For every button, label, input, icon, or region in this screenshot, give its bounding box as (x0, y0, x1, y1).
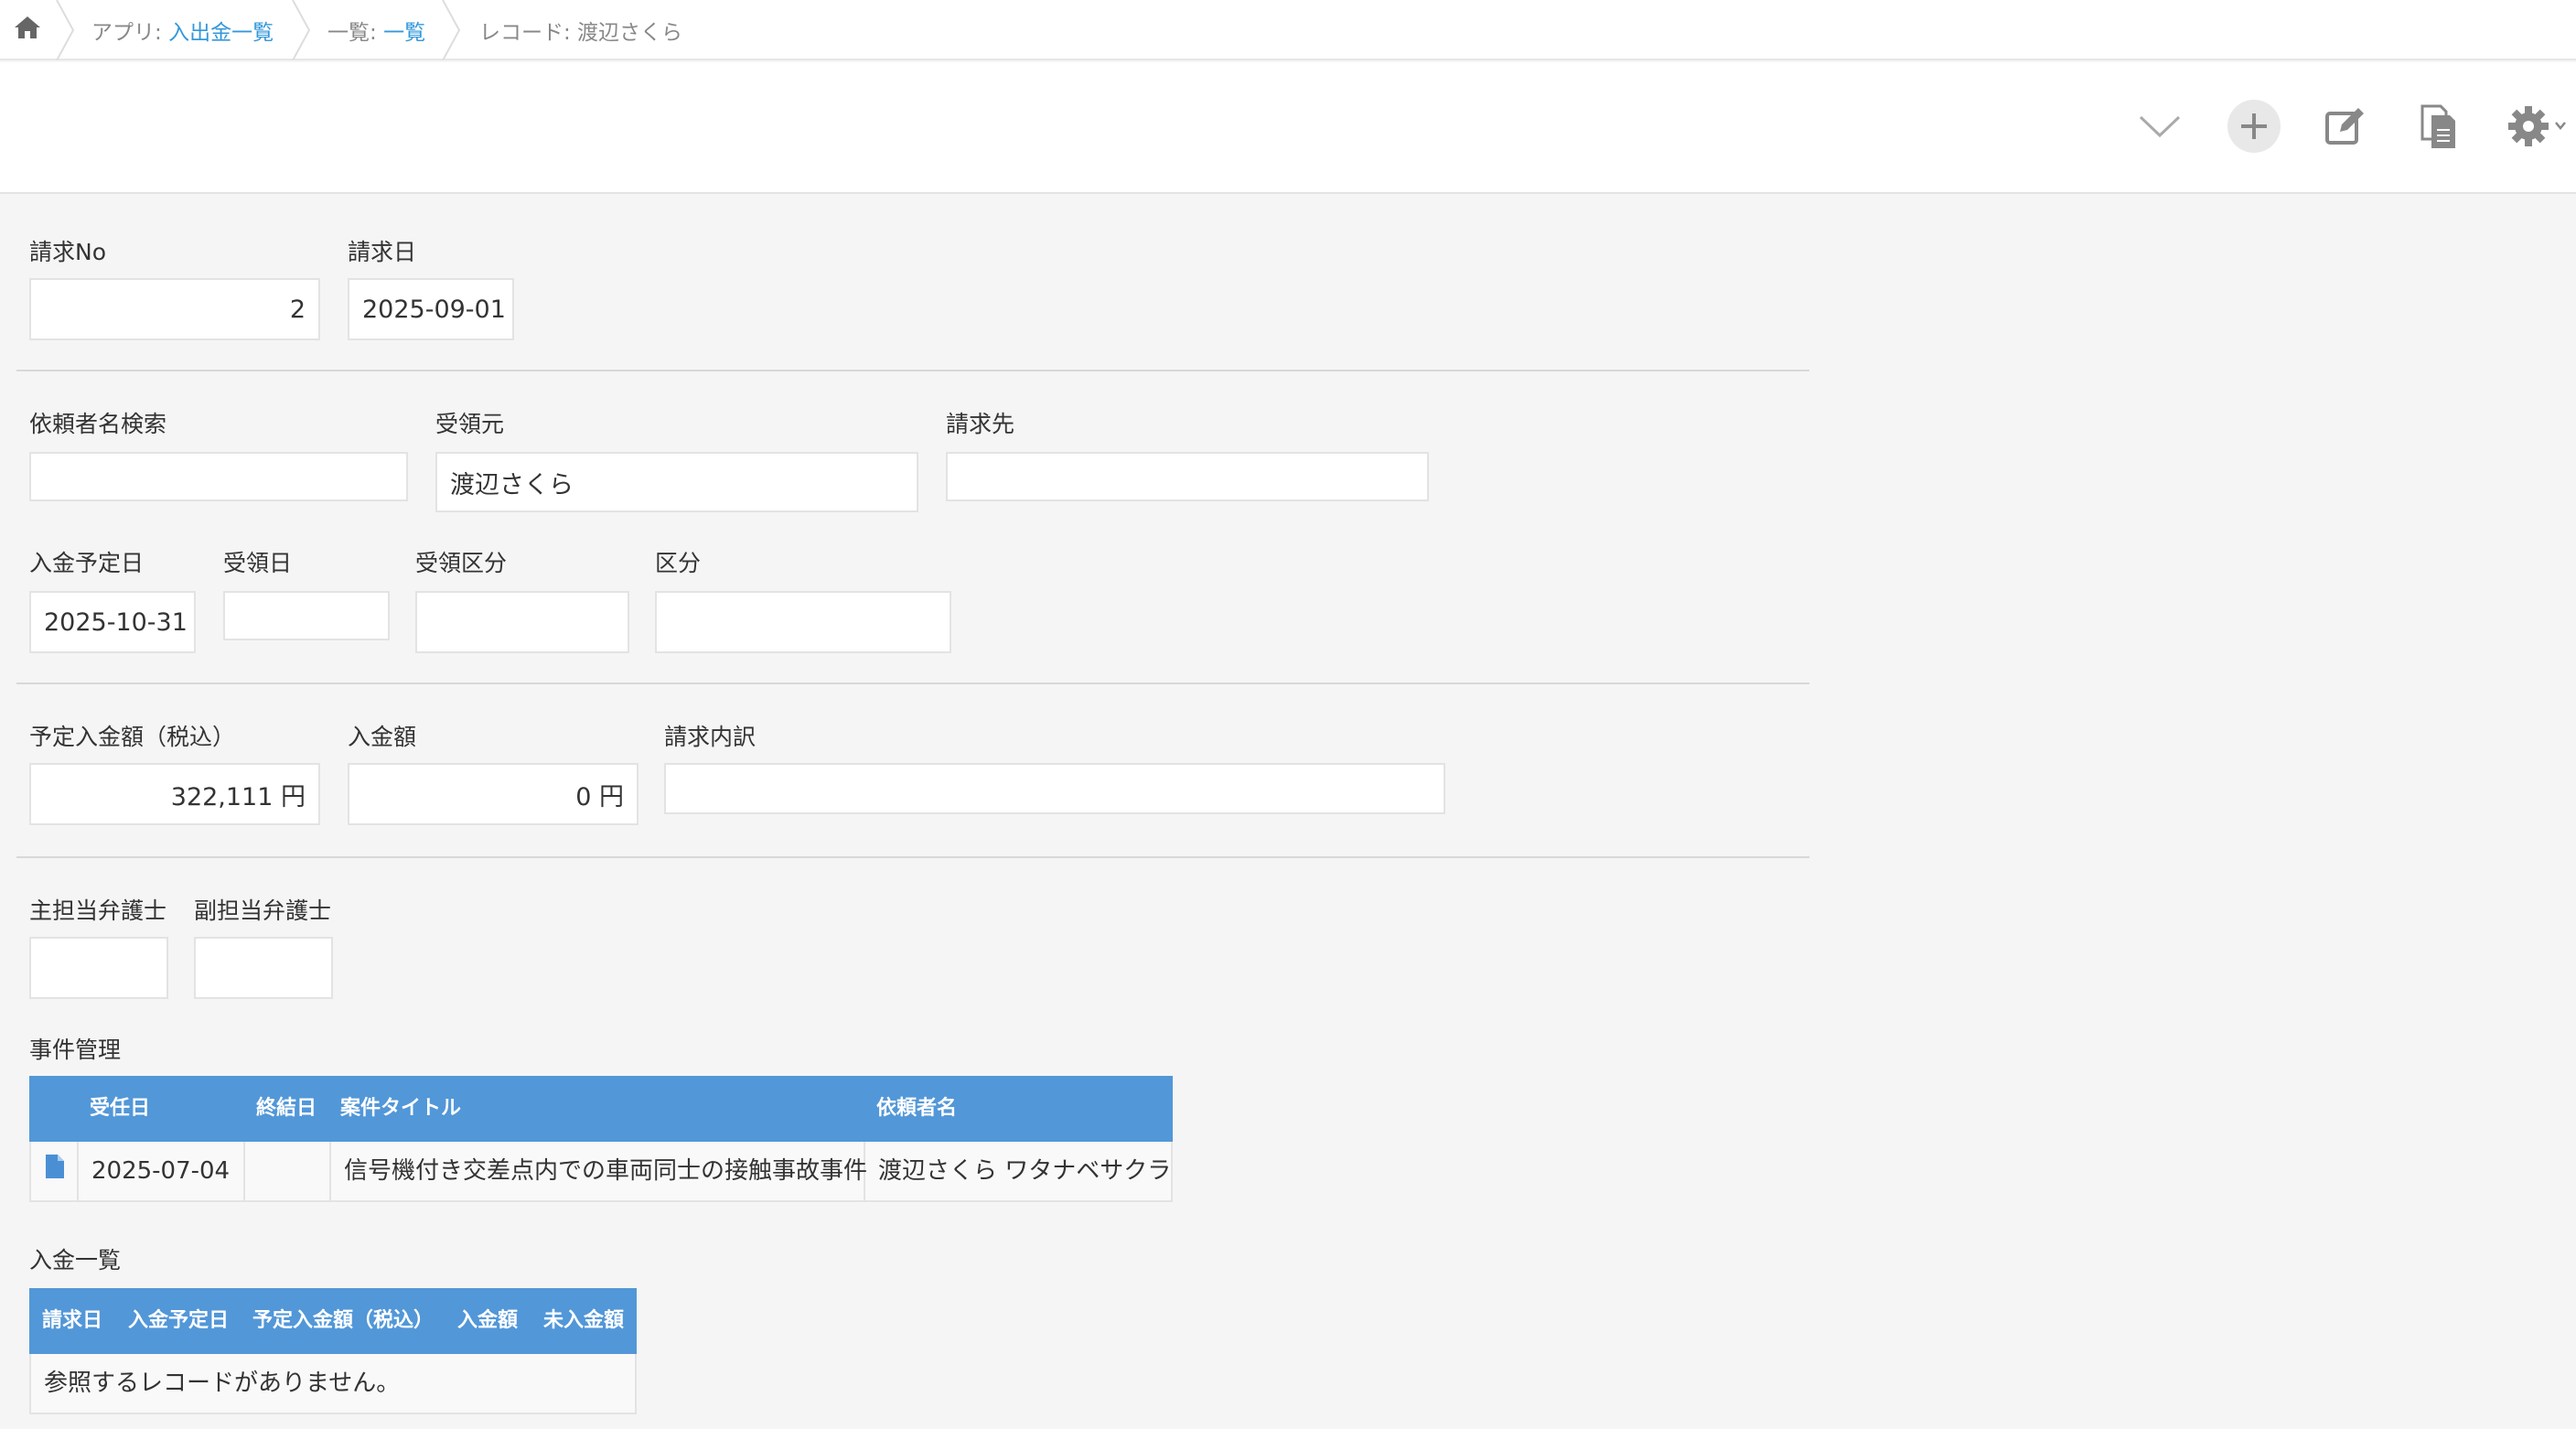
bill-to-label: 請求先 (946, 411, 1015, 437)
column-header[interactable]: 予定入金額（税込） (252, 1288, 434, 1354)
sub-lawyer-field[interactable] (194, 937, 333, 999)
bill-to-field[interactable] (946, 452, 1429, 501)
expected-amount-field[interactable]: 322,111 円 (29, 763, 320, 825)
breadcrumb-view: 一覧: 一覧 (327, 15, 425, 46)
received-date-field[interactable] (223, 591, 390, 640)
breadcrumb-record: レコード: 渡辺さくら (479, 21, 683, 45)
column-header[interactable]: 請求日 (42, 1288, 102, 1354)
breadcrumb-separator (442, 0, 461, 60)
invoice-breakdown-label: 請求内訳 (664, 724, 757, 750)
chevron-down-icon[interactable] (2137, 110, 2183, 143)
record-toolbar (0, 62, 2576, 194)
section-divider (16, 370, 1809, 371)
row-detail-cell (31, 1142, 79, 1200)
case-table-title: 事件管理 (29, 1037, 122, 1063)
breadcrumb-view-link[interactable]: 一覧 (383, 21, 425, 45)
plus-icon[interactable] (2227, 99, 2281, 154)
home-icon[interactable] (13, 14, 42, 41)
sub-lawyer-label: 副担当弁護士 (194, 897, 332, 924)
received-date-label: 受領日 (223, 550, 293, 576)
column-header[interactable]: 終結日 (256, 1076, 317, 1142)
invoice-date-field[interactable]: 2025-09-01 (348, 278, 514, 340)
paid-amount-label: 入金額 (348, 724, 417, 750)
lead-lawyer-label: 主担当弁護士 (29, 897, 167, 924)
section-divider (16, 856, 1809, 858)
breadcrumb-separator (292, 0, 311, 60)
receipt-category-field[interactable] (415, 591, 629, 653)
table-cell (245, 1142, 331, 1200)
payment-table-header: 請求日 入金予定日 予定入金額（税込） 入金額 未入金額 (29, 1288, 637, 1354)
invoice-date-label: 請求日 (348, 239, 417, 265)
requester-search-label: 依頼者名検索 (29, 411, 167, 437)
requester-search-field[interactable] (29, 452, 408, 501)
category-label: 区分 (655, 550, 702, 576)
invoice-breakdown-field[interactable] (664, 763, 1445, 814)
column-header[interactable]: 未入金額 (543, 1288, 624, 1354)
empty-row: 参照するレコードがありません。 (29, 1354, 637, 1414)
received-from-field[interactable]: 渡辺さくら (435, 452, 918, 512)
column-header[interactable]: 入金予定日 (128, 1288, 229, 1354)
table-row: 2025-07-04 信号機付き交差点内での車両同士の接触事故事件 渡辺さくら … (29, 1142, 1173, 1202)
case-table-header: 受任日 終結日 案件タイトル 依頼者名 (29, 1076, 1173, 1142)
invoice-no-label: 請求No (29, 239, 106, 265)
table-cell: 渡辺さくら ワタナベサクラ (878, 1157, 1172, 1185)
breadcrumb-app: アプリ: 入出金一覧 (91, 15, 274, 46)
breadcrumb-app-prefix: アプリ: (91, 21, 169, 45)
section-divider (16, 682, 1809, 684)
payment-table-title: 入金一覧 (29, 1247, 122, 1273)
column-header[interactable]: 依頼者名 (876, 1076, 957, 1142)
column-header[interactable]: 案件タイトル (340, 1076, 461, 1142)
breadcrumb: アプリ: 入出金一覧 一覧: 一覧 レコード: 渡辺さくら (0, 0, 2576, 60)
invoice-no-field[interactable]: 2 (29, 278, 320, 340)
lead-lawyer-field[interactable] (29, 937, 168, 999)
edit-icon[interactable] (2324, 104, 2367, 148)
received-from-label: 受領元 (435, 411, 505, 437)
expected-payment-date-field[interactable]: 2025-10-31 (29, 591, 196, 653)
expected-payment-date-label: 入金予定日 (29, 550, 145, 576)
table-cell: 信号機付き交差点内での車両同士の接触事故事件 (331, 1142, 867, 1200)
gear-icon[interactable] (2506, 102, 2571, 150)
breadcrumb-view-prefix: 一覧: (327, 21, 384, 45)
table-cell: 2025-07-04 (79, 1142, 245, 1200)
column-header[interactable]: 受任日 (90, 1076, 150, 1142)
column-header[interactable]: 入金額 (457, 1288, 518, 1354)
copy-icon[interactable] (2419, 104, 2459, 150)
expected-amount-label: 予定入金額（税込） (29, 724, 236, 750)
receipt-category-label: 受領区分 (415, 550, 508, 576)
breadcrumb-app-link[interactable]: 入出金一覧 (168, 21, 274, 45)
empty-message: 参照するレコードがありません。 (44, 1370, 401, 1397)
paid-amount-field[interactable]: 0 円 (348, 763, 639, 825)
category-field[interactable] (655, 591, 951, 653)
breadcrumb-separator (56, 0, 75, 60)
document-icon[interactable] (44, 1153, 66, 1180)
